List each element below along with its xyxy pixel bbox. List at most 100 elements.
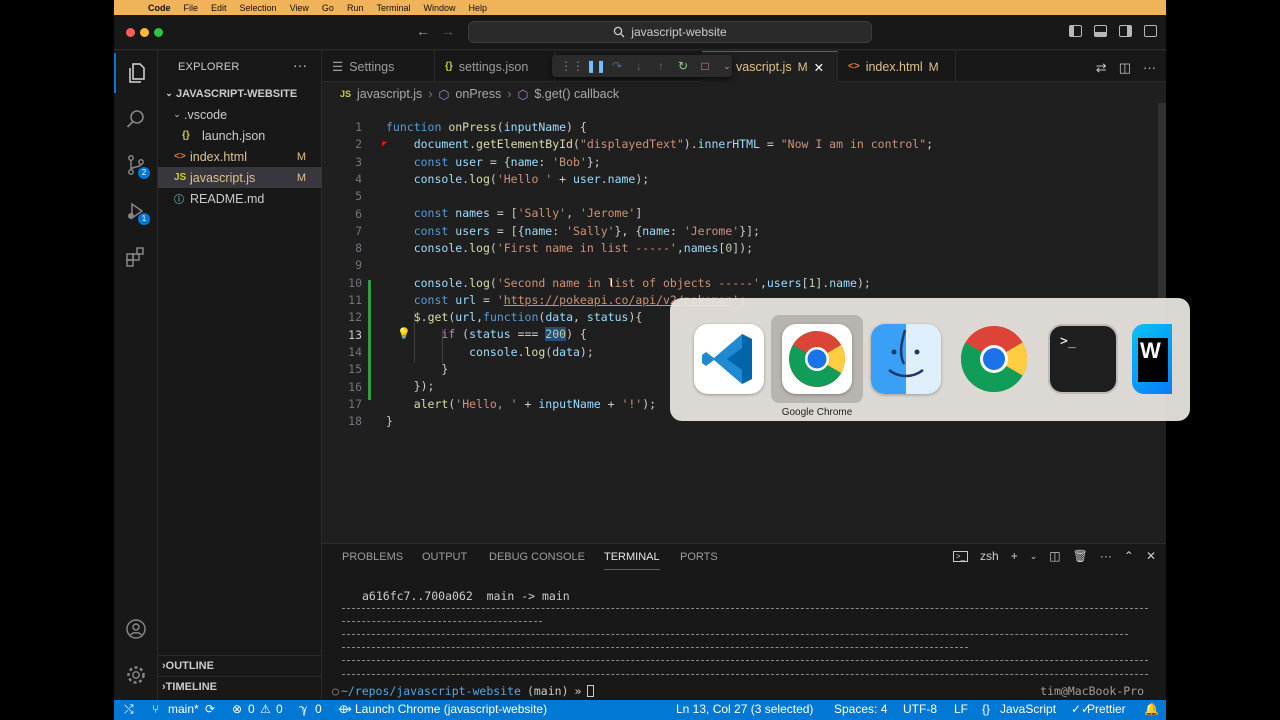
status-formatter[interactable]: Prettier (1087, 702, 1126, 716)
menu-terminal[interactable]: Terminal (376, 3, 410, 13)
tree-item-vscode[interactable]: ⌄ .vscode (158, 104, 322, 125)
tab-settings-json[interactable]: {} settings.json (435, 51, 555, 82)
toggle-panel-icon[interactable] (1094, 25, 1107, 37)
bell-icon[interactable]: 🔔 (1144, 702, 1159, 716)
status-errors[interactable]: 0 (248, 702, 255, 716)
search-sidebar-icon[interactable] (114, 99, 158, 139)
app-switcher: >_ W Google Chrome (670, 298, 1190, 421)
search-icon (614, 26, 625, 38)
breadcrumb-file[interactable]: javascript.js (357, 87, 422, 101)
minimize-window-button[interactable] (140, 28, 149, 37)
tab-settings[interactable]: ☰ Settings (322, 51, 435, 82)
editor-scrollbar[interactable] (1158, 103, 1166, 303)
finder-icon[interactable] (871, 324, 941, 394)
status-launch-config[interactable]: Launch Chrome (javascript-website) (355, 702, 547, 716)
more-actions-icon[interactable]: ··· (1143, 60, 1156, 76)
tab-ports[interactable]: PORTS (680, 544, 718, 570)
line-number: 15 (348, 362, 362, 377)
sync-icon[interactable]: ⟳ (205, 702, 215, 716)
run-debug-icon[interactable]: 1 (114, 191, 158, 231)
close-icon[interactable]: ✕ (814, 60, 824, 75)
new-terminal-icon[interactable]: + (1011, 549, 1018, 563)
breadcrumb-callback[interactable]: $.get() callback (534, 87, 619, 101)
tab-problems[interactable]: PROBLEMS (342, 544, 403, 570)
status-indentation[interactable]: Spaces: 4 (834, 702, 887, 716)
outline-section[interactable]: › OUTLINE (158, 655, 322, 676)
status-branch[interactable]: main* (168, 702, 199, 716)
pause-icon[interactable]: ❚❚ (586, 59, 606, 73)
menu-app-name[interactable]: Code (148, 3, 171, 13)
chevron-down-icon: ⌄ (165, 88, 173, 98)
menu-selection[interactable]: Selection (240, 3, 277, 13)
tree-item-javascript-js[interactable]: JS javascript.js M (158, 167, 322, 188)
forward-arrow-icon[interactable]: → (441, 23, 455, 39)
vscode-icon[interactable] (694, 324, 764, 394)
more-actions-icon[interactable]: ··· (1100, 549, 1112, 563)
source-control-badge: 2 (138, 167, 150, 179)
breadcrumb-function[interactable]: onPress (455, 87, 501, 101)
terminal-shell-label[interactable]: zsh (980, 549, 999, 563)
customize-layout-icon[interactable] (1144, 25, 1157, 37)
chevron-down-icon[interactable]: ⌄ (722, 61, 732, 72)
step-out-icon[interactable]: ↑ (656, 59, 666, 73)
menu-help[interactable]: Help (468, 3, 487, 13)
tab-output[interactable]: OUTPUT (422, 544, 467, 570)
maximize-panel-icon[interactable]: ⌃ (1124, 549, 1134, 563)
manage-gear-icon[interactable] (114, 655, 158, 695)
chevron-down-icon[interactable]: ⌄ (1030, 551, 1038, 562)
menu-file[interactable]: File (184, 3, 199, 13)
tab-label: vascript.js (736, 60, 792, 74)
split-terminal-icon[interactable]: ◫ (1049, 549, 1060, 563)
chrome-icon[interactable] (782, 324, 852, 394)
menu-edit[interactable]: Edit (211, 3, 227, 13)
tab-index-html[interactable]: <> index.html M (838, 51, 956, 82)
timeline-section[interactable]: › TIMELINE (158, 676, 322, 697)
trash-icon[interactable]: 🗑 (1073, 549, 1088, 563)
command-center-search[interactable]: javascript-website (468, 21, 872, 43)
step-over-icon[interactable]: ↷ (612, 59, 622, 73)
status-eol[interactable]: LF (954, 702, 968, 716)
status-warnings[interactable]: 0 (276, 702, 283, 716)
status-language[interactable]: JavaScript (1000, 702, 1056, 716)
tab-debug-console[interactable]: DEBUG CONSOLE (489, 544, 585, 570)
drag-handle-icon[interactable]: ⋮⋮ (560, 59, 584, 73)
accounts-icon[interactable] (114, 609, 158, 649)
toggle-secondary-sidebar-icon[interactable] (1119, 25, 1132, 37)
code-line: console.log('First name in list -----',n… (413, 241, 754, 255)
step-into-icon[interactable]: ↓ (634, 59, 644, 73)
close-window-button[interactable] (126, 28, 135, 37)
remote-icon[interactable]: ⤭ (124, 702, 134, 717)
menu-go[interactable]: Go (322, 3, 334, 13)
more-actions-icon[interactable]: ··· (293, 57, 307, 73)
workspace-folder[interactable]: ⌄ JAVASCRIPT-WEBSITE (158, 83, 322, 104)
tab-terminal[interactable]: TERMINAL (604, 544, 660, 570)
status-ports[interactable]: 0 (315, 702, 322, 716)
webstorm-icon[interactable]: W (1132, 324, 1172, 394)
source-control-icon[interactable]: 2 (114, 145, 158, 185)
editor-tabs: ☰ Settings {} settings.json vascript.js … (322, 51, 1166, 82)
status-cursor-position[interactable]: Ln 13, Col 27 (3 selected) (676, 702, 813, 716)
menu-run[interactable]: Run (347, 3, 364, 13)
explorer-icon[interactable] (114, 53, 158, 93)
terminal-icon[interactable]: >_ (1048, 324, 1118, 394)
tab-label: settings.json (458, 59, 529, 74)
stop-icon[interactable]: □ (700, 59, 710, 73)
restart-icon[interactable]: ↻ (678, 59, 688, 73)
status-encoding[interactable]: UTF-8 (903, 702, 937, 716)
toggle-primary-sidebar-icon[interactable] (1069, 25, 1082, 37)
tree-item-launch-json[interactable]: {} launch.json (158, 125, 322, 146)
zoom-window-button[interactable] (154, 28, 163, 37)
menu-view[interactable]: View (290, 3, 309, 13)
compare-icon[interactable]: ⇄ (1096, 60, 1107, 76)
tree-item-index-html[interactable]: <> index.html M (158, 146, 322, 167)
branch-icon: ⑂ (152, 702, 160, 716)
menu-window[interactable]: Window (423, 3, 455, 13)
outline-label: OUTLINE (165, 660, 214, 672)
back-arrow-icon[interactable]: ← (416, 23, 430, 39)
split-editor-icon[interactable]: ◫ (1119, 60, 1131, 76)
tree-item-readme[interactable]: ⓘ README.md (158, 188, 322, 209)
close-panel-icon[interactable]: ✕ (1146, 549, 1156, 563)
chrome-icon[interactable] (959, 324, 1029, 394)
extensions-icon[interactable] (114, 237, 158, 277)
terminal-prompt[interactable]: ○ ~/repos/javascript-website (main) » (332, 684, 595, 698)
